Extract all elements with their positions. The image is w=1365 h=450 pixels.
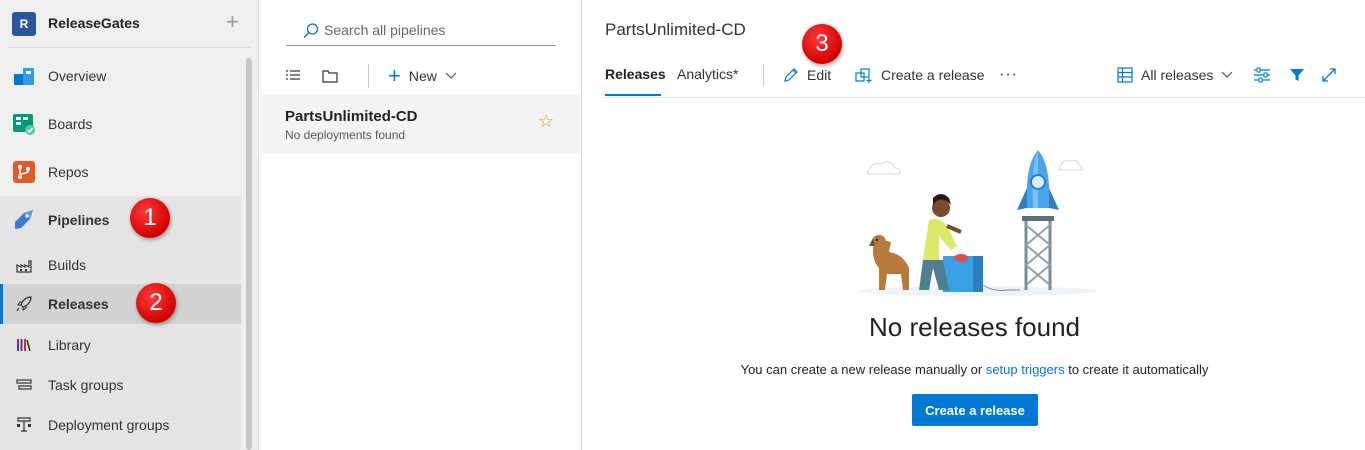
search-input[interactable] [324,22,544,38]
create-release-button[interactable]: Create a release [912,394,1038,426]
pipelines-list-pane: + New PartsUnlimited-CD No deployments f… [260,0,582,450]
filter-icon[interactable] [1289,67,1305,83]
view-selector-label: All releases [1141,67,1214,83]
pipelines-icon [15,210,33,229]
create-release-icon [855,68,872,83]
nav-item-label: Repos [48,164,89,180]
star-icon[interactable]: ☆ [538,112,554,130]
builds-icon [16,260,32,273]
nav-item-label: Pipelines [48,212,110,228]
deployment-groups-icon [17,417,31,432]
org-header[interactable]: R ReleaseGates + [0,0,250,48]
nav-item-pipelines[interactable]: Pipelines [0,200,241,240]
org-avatar: R [12,12,36,36]
nav-item-repos[interactable]: Repos [0,152,241,192]
folder-view-icon[interactable] [322,68,338,84]
nav-item-label: Boards [48,116,93,132]
nav-item-label: Overview [48,68,107,84]
overview-icon [14,68,34,85]
nav-item-label: Releases [48,296,109,312]
chevron-down-icon [445,72,457,79]
tab-analytics[interactable]: Analytics* [677,60,738,96]
task-groups-icon [16,379,32,390]
nav-item-label: Task groups [48,377,124,393]
nav-item-label: Library [48,337,91,353]
app-window: R ReleaseGates + Overview Boards Repos P… [0,0,1365,450]
boards-icon [13,114,35,135]
nav-item-builds[interactable]: Builds [0,245,241,285]
chevron-down-icon [1221,71,1233,78]
main-pane: PartsUnlimited-CD Releases Analytics* Ed… [583,0,1365,450]
nav-item-label: Deployment groups [48,417,170,433]
empty-state-illustration [858,150,1098,296]
nav-item-task-groups[interactable]: Task groups [0,365,241,405]
new-button[interactable]: + New [388,64,457,88]
nav-item-boards[interactable]: Boards [0,104,241,144]
edit-label: Edit [807,67,832,83]
search-icon [303,23,319,38]
list-item[interactable]: PartsUnlimited-CD No deployments found ☆ [260,94,580,154]
empty-state-text-before: You can create a new release manually or [740,362,986,377]
pencil-icon [784,68,798,82]
view-selector[interactable]: All releases [1117,64,1241,86]
create-release-toolbar-button[interactable]: Create a release [855,64,985,86]
library-icon [17,339,31,352]
nav-item-overview[interactable]: Overview [0,56,241,96]
nav-item-library[interactable]: Library [0,325,241,365]
list-view-icon[interactable] [285,68,301,84]
toolbar: Releases Analytics* Edit Create a releas… [605,60,1365,98]
nav-item-releases[interactable]: Releases [0,284,241,324]
setup-triggers-link[interactable]: setup triggers [986,362,1065,377]
pipeline-name: PartsUnlimited-CD [285,108,418,125]
page-title: PartsUnlimited-CD [605,20,746,39]
empty-state-title: No releases found [868,312,1081,342]
add-icon[interactable]: + [226,10,239,34]
view-options-icon[interactable] [1253,67,1271,83]
nav-scrollbar[interactable] [246,58,252,450]
plus-icon: + [388,63,401,88]
empty-state-text: You can create a new release manually or… [583,362,1365,377]
search-box[interactable] [286,18,556,46]
nav-item-label: Builds [48,257,87,273]
new-button-label: New [408,68,437,84]
divider [605,97,1365,98]
divider [8,47,250,48]
divider [763,64,764,86]
more-actions-icon[interactable]: ··· [999,64,1018,86]
table-icon [1117,67,1133,83]
create-release-label: Create a release [881,67,985,83]
org-name: ReleaseGates [48,15,140,31]
rocket-icon [16,296,32,312]
nav-item-deployment-groups[interactable]: Deployment groups [0,405,241,445]
expand-icon[interactable] [1321,67,1337,83]
repos-icon [13,161,35,183]
pipeline-status: No deployments found [285,128,406,142]
edit-button[interactable]: Edit [783,64,831,86]
divider [368,64,369,88]
tab-releases[interactable]: Releases [605,60,666,96]
callout-badge: 2 [136,283,176,323]
empty-state-text-after: to create it automatically [1064,362,1209,377]
callout-badge: 1 [130,198,170,238]
left-nav: R ReleaseGates + Overview Boards Repos P… [0,0,259,450]
